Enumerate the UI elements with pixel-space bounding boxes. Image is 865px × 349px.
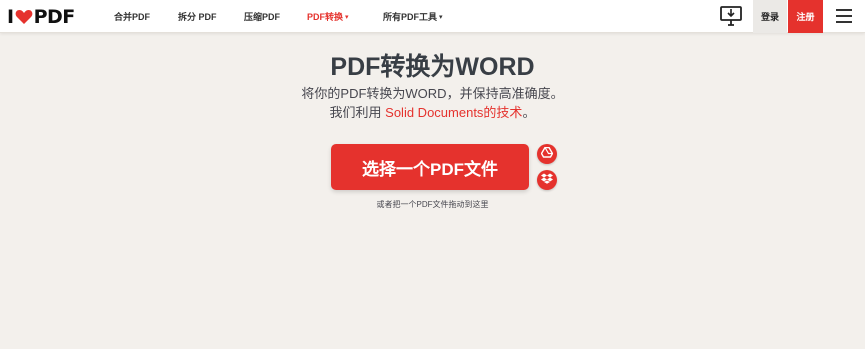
select-pdf-label: 选择一个PDF文件: [362, 159, 498, 179]
chevron-down-icon: ▾: [439, 13, 443, 21]
dropbox-icon: [541, 171, 553, 189]
dropbox-button[interactable]: [537, 170, 557, 190]
nav-convert-pdf-label: PDF转换: [307, 12, 344, 22]
select-pdf-button[interactable]: 选择一个PDF文件: [331, 144, 529, 190]
login-button[interactable]: 登录: [753, 0, 787, 33]
heart-icon: [15, 9, 33, 25]
nav-split-pdf-label: 拆分 PDF: [178, 12, 217, 22]
chevron-down-icon: ▾: [345, 13, 349, 21]
solid-documents-link[interactable]: Solid Documents的技术: [385, 105, 522, 120]
nav-convert-pdf[interactable]: PDF转换 ▾: [307, 0, 349, 33]
google-drive-icon: [540, 145, 554, 163]
subtitle-prefix: 我们利用: [329, 105, 386, 120]
nav-all-pdf-tools-label: 所有PDF工具: [383, 12, 438, 22]
desktop-download-icon[interactable]: [720, 6, 742, 26]
page-title: PDF转换为WORD: [330, 53, 535, 81]
signup-button[interactable]: 注册: [788, 0, 823, 33]
page-subtitle-tech: 我们利用 Solid Documents的技术。: [0, 104, 865, 122]
logo-text-pdf: PDF: [33, 6, 76, 28]
nav-merge-pdf[interactable]: 合并PDF: [114, 0, 150, 33]
drag-drop-hint: 或者把一个PDF文件拖动到这里: [376, 200, 489, 209]
nav-merge-pdf-label: 合并PDF: [114, 12, 151, 22]
subtitle-suffix: 。: [522, 105, 536, 120]
ilovepdf-logo[interactable]: I PDF: [7, 6, 75, 28]
google-drive-button[interactable]: [537, 144, 557, 164]
top-header: I PDF 合并PDF 拆分 PDF 压缩PDF PDF转换 ▾ 所有PDF工具…: [0, 0, 865, 33]
signup-label: 注册: [796, 12, 815, 22]
nav-compress-pdf-label: 压缩PDF: [244, 12, 281, 22]
page-subtitle: 将你的PDF转换为WORD，并保持高准确度。: [301, 86, 564, 101]
nav-all-pdf-tools[interactable]: 所有PDF工具 ▾: [383, 0, 443, 33]
logo-letter-i: I: [7, 6, 14, 28]
nav-compress-pdf[interactable]: 压缩PDF: [244, 0, 280, 33]
nav-split-pdf[interactable]: 拆分 PDF: [178, 0, 217, 33]
login-label: 登录: [760, 12, 779, 22]
hamburger-menu-icon[interactable]: [836, 9, 852, 23]
